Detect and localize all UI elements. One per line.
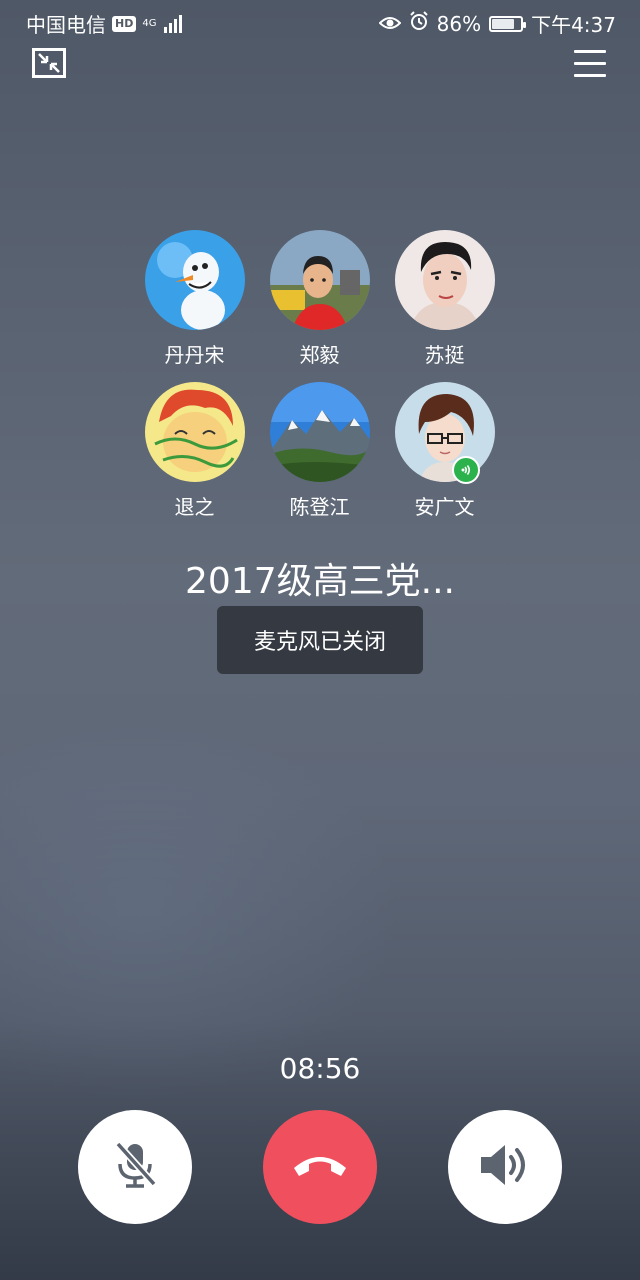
participant[interactable]: 郑毅	[257, 230, 382, 368]
eye-comfort-icon	[378, 12, 402, 36]
mic-off-icon	[110, 1138, 160, 1196]
hang-up-button[interactable]	[263, 1110, 377, 1224]
participant-name: 安广文	[414, 495, 475, 519]
participant[interactable]: 苏挺	[382, 230, 507, 368]
man-avatar	[394, 230, 495, 330]
carrier-label: 中国电信	[26, 13, 106, 37]
participant-name: 郑毅	[299, 343, 340, 367]
battery-icon	[489, 15, 527, 32]
voice-call-screen: 中国电信 HD 4G 86% 下午4:37 丹丹宋 郑毅 苏挺 退之 陈登江 安…	[0, 0, 640, 1280]
group-name: 2017级高三党...	[185, 561, 455, 602]
toast-message: 麦克风已关闭	[217, 606, 423, 674]
speaker-icon	[477, 1141, 533, 1193]
clock: 下午4:37	[531, 13, 616, 37]
participant-name: 丹丹宋	[164, 343, 225, 367]
network-type: 4G	[142, 17, 157, 29]
menu-icon[interactable]	[574, 50, 606, 78]
hang-up-icon	[291, 1150, 349, 1184]
minimize-icon[interactable]	[32, 48, 66, 78]
speaker-button[interactable]	[448, 1110, 562, 1224]
participant[interactable]: 安广文	[382, 382, 507, 520]
speaking-indicator-icon	[452, 456, 480, 484]
participant-name: 退之	[174, 495, 215, 519]
signal-icon	[164, 14, 183, 33]
participant[interactable]: 丹丹宋	[132, 230, 257, 368]
mute-button[interactable]	[78, 1110, 192, 1224]
mountain-avatar	[269, 382, 370, 482]
snowman-avatar	[144, 230, 245, 330]
battery-percent: 86%	[436, 11, 482, 36]
hd-badge: HD	[112, 15, 137, 32]
participant[interactable]: 退之	[132, 382, 257, 520]
boy-avatar	[269, 230, 370, 330]
participant-grid: 丹丹宋 郑毅 苏挺 退之 陈登江 安广文	[132, 230, 508, 520]
participant[interactable]: 陈登江	[257, 382, 382, 520]
call-duration: 08:56	[279, 1052, 361, 1085]
alarm-icon	[409, 11, 429, 36]
cartoon-avatar	[144, 382, 245, 482]
status-bar: 中国电信 HD 4G 86% 下午4:37	[0, 0, 640, 44]
participant-name: 苏挺	[424, 343, 465, 367]
participant-name: 陈登江	[289, 495, 350, 519]
